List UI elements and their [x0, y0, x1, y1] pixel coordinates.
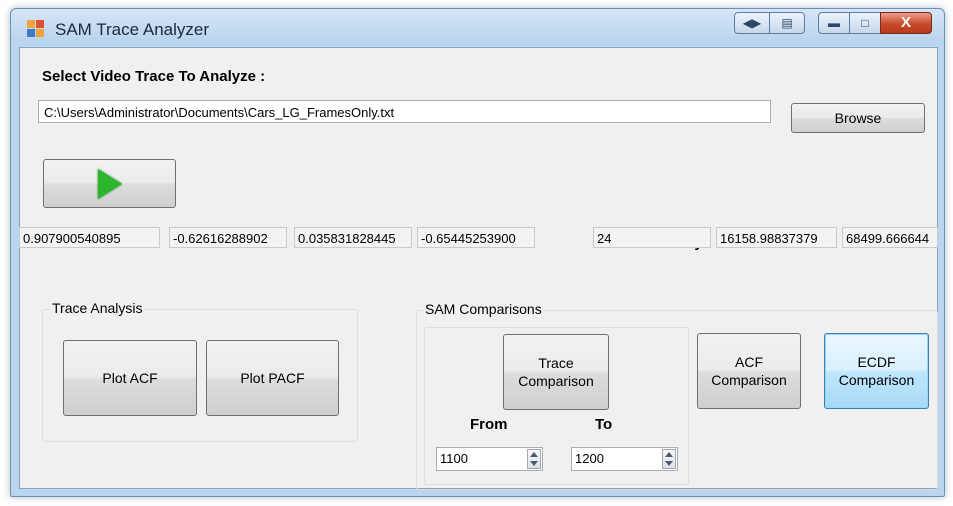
to-label: To: [595, 416, 613, 433]
close-button[interactable]: X: [880, 12, 932, 34]
aic-value[interactable]: 68499.666644: [842, 227, 938, 248]
error-std-value[interactable]: 16158.98837379: [716, 227, 837, 248]
title-bar[interactable]: SAM Trace Analyzer ◀▶ ▤ ▬ □ X: [11, 9, 944, 49]
maximize-button[interactable]: □: [849, 12, 881, 34]
trace-path-field[interactable]: C:\Users\Administrator\Documents\Cars_LG…: [38, 100, 771, 123]
select-trace-heading: Select Video Trace To Analyze :: [42, 68, 266, 85]
from-stepper[interactable]: 1100: [436, 447, 543, 471]
designer-view-icon[interactable]: ▤: [769, 12, 805, 34]
to-spin-arrows-icon[interactable]: [662, 449, 676, 469]
trace-comparison-button[interactable]: Trace Comparison: [503, 334, 609, 410]
to-value: 1200: [575, 451, 604, 466]
seasonality-value[interactable]: 24: [593, 227, 711, 248]
ma-value[interactable]: -0.62616288902: [169, 227, 287, 248]
to-stepper[interactable]: 1200: [571, 447, 678, 471]
from-spin-arrows-icon[interactable]: [527, 449, 541, 469]
plot-acf-button[interactable]: Plot ACF: [63, 340, 197, 416]
window-title: SAM Trace Analyzer: [55, 20, 210, 39]
sam-comparisons-title: SAM Comparisons: [423, 301, 544, 317]
ar-value[interactable]: 0.907900540895: [19, 227, 160, 248]
acf-comparison-button[interactable]: ACF Comparison: [697, 333, 801, 409]
from-value: 1100: [440, 451, 468, 466]
code-view-icon[interactable]: ◀▶: [734, 12, 770, 34]
trace-analysis-title: Trace Analysis: [50, 300, 145, 316]
sma-value[interactable]: -0.65445253900: [417, 227, 535, 248]
plot-pacf-button[interactable]: Plot PACF: [206, 340, 339, 416]
sar-value[interactable]: 0.035831828445: [294, 227, 412, 248]
ecdf-comparison-button[interactable]: ECDF Comparison: [824, 333, 929, 409]
app-icon: [27, 20, 45, 38]
from-label: From: [470, 416, 508, 433]
run-analysis-button[interactable]: [43, 159, 176, 208]
minimize-button[interactable]: ▬: [818, 12, 850, 34]
browse-button[interactable]: Browse: [791, 103, 925, 133]
play-icon: [97, 168, 122, 199]
